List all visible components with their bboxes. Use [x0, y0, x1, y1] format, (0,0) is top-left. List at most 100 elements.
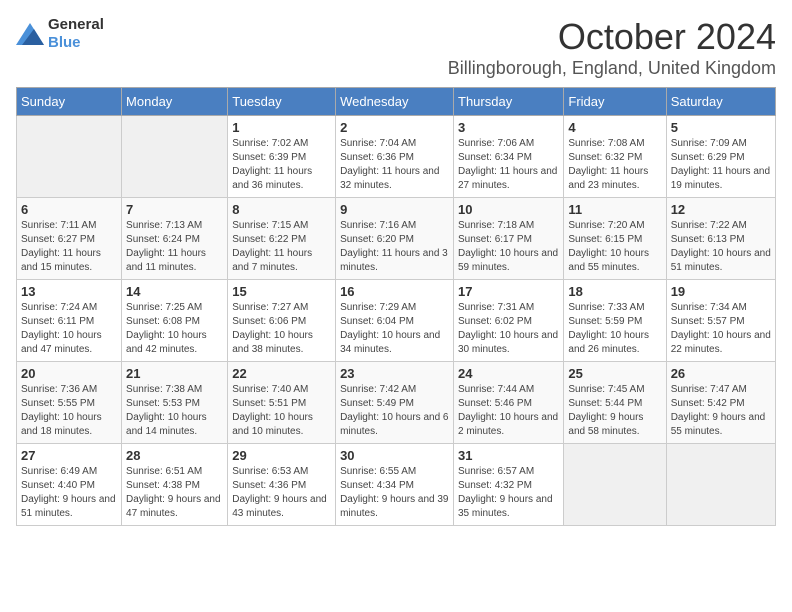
day-number: 30	[340, 448, 449, 463]
day-info: Sunrise: 7:47 AMSunset: 5:42 PMDaylight:…	[671, 383, 771, 439]
calendar-cell: 23 Sunrise: 7:42 AMSunset: 5:49 PMDayligh…	[336, 362, 454, 444]
day-number: 8	[232, 202, 331, 217]
logo: General Blue	[16, 16, 104, 52]
calendar-cell: 27 Sunrise: 6:49 AMSunset: 4:40 PMDayligh…	[17, 444, 122, 526]
weekday-header-sunday: Sunday	[17, 88, 122, 116]
day-number: 2	[340, 120, 449, 135]
calendar-cell: 28 Sunrise: 6:51 AMSunset: 4:38 PMDayligh…	[122, 444, 228, 526]
week-row-1: 1Sunrise: 7:02 AMSunset: 6:39 PMDaylight…	[17, 116, 776, 198]
day-info: Sunrise: 6:55 AMSunset: 4:34 PMDaylight:…	[340, 465, 449, 521]
day-info: Sunrise: 7:15 AMSunset: 6:22 PMDaylight:…	[232, 219, 331, 275]
day-number: 21	[126, 366, 223, 381]
day-info: Sunrise: 7:11 AMSunset: 6:27 PMDaylight:…	[21, 219, 117, 275]
calendar-cell: 22 Sunrise: 7:40 AMSunset: 5:51 PMDayligh…	[228, 362, 336, 444]
day-info: Sunrise: 7:08 AMSunset: 6:32 PMDaylight:…	[568, 137, 661, 193]
day-number: 29	[232, 448, 331, 463]
day-number: 22	[232, 366, 331, 381]
calendar-cell: 29 Sunrise: 6:53 AMSunset: 4:36 PMDayligh…	[228, 444, 336, 526]
day-info: Sunrise: 7:38 AMSunset: 5:53 PMDaylight:…	[126, 383, 223, 439]
day-number: 15	[232, 284, 331, 299]
day-number: 17	[458, 284, 559, 299]
calendar-cell: 24 Sunrise: 7:44 AMSunset: 5:46 PMDayligh…	[454, 362, 564, 444]
day-info: Sunrise: 7:45 AMSunset: 5:44 PMDaylight:…	[568, 383, 661, 439]
day-number: 20	[21, 366, 117, 381]
calendar-cell: 25 Sunrise: 7:45 AMSunset: 5:44 PMDayligh…	[564, 362, 666, 444]
logo-text: General Blue	[48, 16, 104, 52]
calendar-cell: 13 Sunrise: 7:24 AMSunset: 6:11 PMDayligh…	[17, 280, 122, 362]
calendar-cell: 2 Sunrise: 7:04 AMSunset: 6:36 PMDaylight…	[336, 116, 454, 198]
day-info: Sunrise: 7:13 AMSunset: 6:24 PMDaylight:…	[126, 219, 223, 275]
calendar-cell: 9Sunrise: 7:16 AMSunset: 6:20 PMDaylight…	[336, 198, 454, 280]
calendar-cell: 11Sunrise: 7:20 AMSunset: 6:15 PMDayligh…	[564, 198, 666, 280]
day-number: 25	[568, 366, 661, 381]
calendar-cell: 20 Sunrise: 7:36 AMSunset: 5:55 PMDayligh…	[17, 362, 122, 444]
calendar-cell: 31Sunrise: 6:57 AMSunset: 4:32 PMDayligh…	[454, 444, 564, 526]
day-number: 16	[340, 284, 449, 299]
day-number: 23	[340, 366, 449, 381]
calendar-cell: 1Sunrise: 7:02 AMSunset: 6:39 PMDaylight…	[228, 116, 336, 198]
calendar-cell	[17, 116, 122, 198]
calendar-cell: 5Sunrise: 7:09 AMSunset: 6:29 PMDaylight…	[666, 116, 775, 198]
week-row-3: 13 Sunrise: 7:24 AMSunset: 6:11 PMDayligh…	[17, 280, 776, 362]
calendar-cell: 30 Sunrise: 6:55 AMSunset: 4:34 PMDayligh…	[336, 444, 454, 526]
day-info: Sunrise: 7:02 AMSunset: 6:39 PMDaylight:…	[232, 137, 331, 193]
day-number: 26	[671, 366, 771, 381]
day-number: 13	[21, 284, 117, 299]
day-number: 28	[126, 448, 223, 463]
calendar-cell: 16 Sunrise: 7:29 AMSunset: 6:04 PMDayligh…	[336, 280, 454, 362]
weekday-header-row: SundayMondayTuesdayWednesdayThursdayFrid…	[17, 88, 776, 116]
day-info: Sunrise: 7:42 AMSunset: 5:49 PMDaylight:…	[340, 383, 449, 439]
calendar-cell: 26 Sunrise: 7:47 AMSunset: 5:42 PMDayligh…	[666, 362, 775, 444]
calendar-cell: 18 Sunrise: 7:33 AMSunset: 5:59 PMDayligh…	[564, 280, 666, 362]
day-number: 24	[458, 366, 559, 381]
calendar-cell: 3 Sunrise: 7:06 AMSunset: 6:34 PMDaylight…	[454, 116, 564, 198]
day-info: Sunrise: 7:24 AMSunset: 6:11 PMDaylight:…	[21, 301, 117, 357]
day-number: 4	[568, 120, 661, 135]
day-info: Sunrise: 6:51 AMSunset: 4:38 PMDaylight:…	[126, 465, 223, 521]
day-number: 10	[458, 202, 559, 217]
day-number: 27	[21, 448, 117, 463]
calendar-cell	[122, 116, 228, 198]
day-info: Sunrise: 6:57 AMSunset: 4:32 PMDaylight:…	[458, 465, 559, 521]
day-info: Sunrise: 7:06 AMSunset: 6:34 PMDaylight:…	[458, 137, 559, 193]
day-number: 5	[671, 120, 771, 135]
day-info: Sunrise: 6:49 AMSunset: 4:40 PMDaylight:…	[21, 465, 117, 521]
week-row-2: 6Sunrise: 7:11 AMSunset: 6:27 PMDaylight…	[17, 198, 776, 280]
day-info: Sunrise: 7:25 AMSunset: 6:08 PMDaylight:…	[126, 301, 223, 357]
day-info: Sunrise: 7:34 AMSunset: 5:57 PMDaylight:…	[671, 301, 771, 357]
day-info: Sunrise: 6:53 AMSunset: 4:36 PMDaylight:…	[232, 465, 331, 521]
weekday-header-monday: Monday	[122, 88, 228, 116]
logo-general: General	[48, 16, 104, 33]
weekday-header-thursday: Thursday	[454, 88, 564, 116]
day-info: Sunrise: 7:04 AMSunset: 6:36 PMDaylight:…	[340, 137, 449, 193]
day-number: 19	[671, 284, 771, 299]
calendar-cell: 17Sunrise: 7:31 AMSunset: 6:02 PMDayligh…	[454, 280, 564, 362]
day-number: 3	[458, 120, 559, 135]
day-info: Sunrise: 7:27 AMSunset: 6:06 PMDaylight:…	[232, 301, 331, 357]
logo-icon	[16, 23, 44, 45]
day-info: Sunrise: 7:40 AMSunset: 5:51 PMDaylight:…	[232, 383, 331, 439]
weekday-header-wednesday: Wednesday	[336, 88, 454, 116]
calendar-table: SundayMondayTuesdayWednesdayThursdayFrid…	[16, 87, 776, 526]
day-info: Sunrise: 7:22 AMSunset: 6:13 PMDaylight:…	[671, 219, 771, 275]
month-title: October 2024	[448, 16, 776, 58]
header-area: General Blue October 2024 Billingborough…	[16, 16, 776, 79]
day-number: 14	[126, 284, 223, 299]
day-info: Sunrise: 7:44 AMSunset: 5:46 PMDaylight:…	[458, 383, 559, 439]
day-info: Sunrise: 7:29 AMSunset: 6:04 PMDaylight:…	[340, 301, 449, 357]
calendar-cell: 15 Sunrise: 7:27 AMSunset: 6:06 PMDayligh…	[228, 280, 336, 362]
week-row-5: 27 Sunrise: 6:49 AMSunset: 4:40 PMDayligh…	[17, 444, 776, 526]
day-info: Sunrise: 7:33 AMSunset: 5:59 PMDaylight:…	[568, 301, 661, 357]
calendar-cell: 19 Sunrise: 7:34 AMSunset: 5:57 PMDayligh…	[666, 280, 775, 362]
calendar-cell: 10Sunrise: 7:18 AMSunset: 6:17 PMDayligh…	[454, 198, 564, 280]
day-number: 18	[568, 284, 661, 299]
calendar-cell: 14 Sunrise: 7:25 AMSunset: 6:08 PMDayligh…	[122, 280, 228, 362]
day-number: 11	[568, 202, 661, 217]
calendar-cell: 12 Sunrise: 7:22 AMSunset: 6:13 PMDayligh…	[666, 198, 775, 280]
calendar-cell: 4 Sunrise: 7:08 AMSunset: 6:32 PMDaylight…	[564, 116, 666, 198]
day-info: Sunrise: 7:36 AMSunset: 5:55 PMDaylight:…	[21, 383, 117, 439]
weekday-header-friday: Friday	[564, 88, 666, 116]
day-number: 12	[671, 202, 771, 217]
day-number: 9	[340, 202, 449, 217]
calendar-cell: 7Sunrise: 7:13 AMSunset: 6:24 PMDaylight…	[122, 198, 228, 280]
